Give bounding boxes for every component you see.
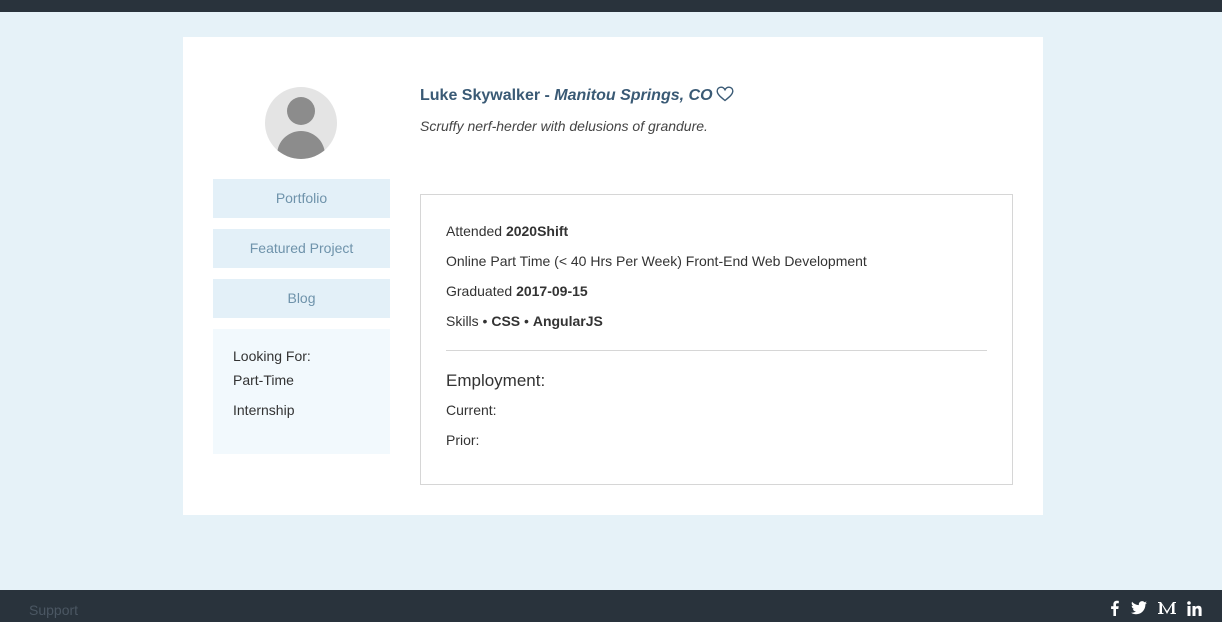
name-separator: - [540, 87, 555, 104]
looking-for-panel: Looking For: Part-Time Internship [213, 329, 390, 454]
avatar [265, 87, 337, 159]
skill-bullet: • [520, 313, 533, 329]
graduated-date: 2017-09-15 [516, 283, 588, 299]
profile-name: Luke Skywalker [420, 87, 541, 104]
attended-label: Attended [446, 223, 506, 239]
looking-for-title: Looking For: [233, 348, 311, 364]
heart-icon[interactable] [716, 86, 734, 102]
details-panel: Attended 2020Shift Online Part Time (< 4… [420, 194, 1013, 485]
skill-item: AngularJS [532, 313, 603, 329]
medium-icon[interactable] [1158, 600, 1176, 616]
attended-row: Attended 2020Shift [446, 223, 568, 239]
profile-tagline: Scruffy nerf-herder with delusions of gr… [420, 118, 708, 134]
skills-label: Skills [446, 313, 479, 329]
featured-project-button[interactable]: Featured Project [213, 229, 390, 268]
employment-title: Employment: [446, 371, 546, 390]
twitter-icon[interactable] [1131, 600, 1147, 616]
profile-location: Manitou Springs, CO [554, 87, 713, 104]
support-link[interactable]: Support [29, 602, 78, 618]
avatar-head-shape [287, 97, 315, 125]
top-bar [0, 0, 1222, 12]
profile-heading: Luke Skywalker - Manitou Springs, CO [420, 86, 734, 105]
program-row: Online Part Time (< 40 Hrs Per Week) Fro… [446, 253, 867, 269]
looking-for-item: Part-Time [233, 372, 294, 388]
avatar-body-shape [277, 131, 325, 159]
employment-prior: Prior: [446, 432, 480, 448]
skill-item: CSS [491, 313, 521, 329]
profile-card: Portfolio Featured Project Blog Looking … [183, 37, 1043, 515]
linkedin-icon[interactable] [1187, 600, 1202, 616]
skill-bullet: • [478, 313, 492, 329]
skills-row: Skills • CSS • AngularJS [446, 313, 603, 329]
looking-for-item: Internship [233, 402, 295, 418]
portfolio-button[interactable]: Portfolio [213, 179, 390, 218]
graduated-row: Graduated 2017-09-15 [446, 283, 588, 299]
footer-bar: Support [0, 590, 1222, 622]
blog-button[interactable]: Blog [213, 279, 390, 318]
school-name: 2020Shift [505, 223, 569, 239]
facebook-icon[interactable] [1110, 600, 1119, 616]
section-divider [446, 350, 987, 351]
graduated-label: Graduated [446, 283, 517, 299]
employment-current: Current: [446, 402, 497, 418]
